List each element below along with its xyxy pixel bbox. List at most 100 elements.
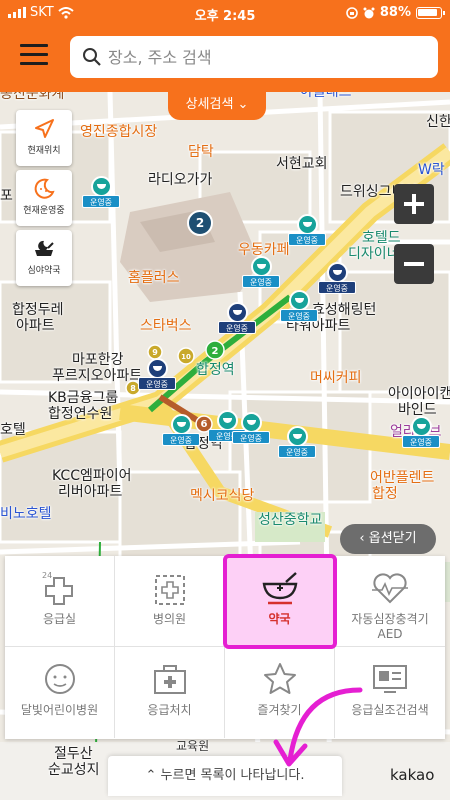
category-label: 응급실 <box>42 612 77 626</box>
subway-number-8: 8 <box>130 384 136 393</box>
emergency-room-icon: 24 <box>42 571 73 605</box>
category-child-hospital[interactable]: 달빛어린이병원 <box>5 647 115 738</box>
category-grid: 24 응급실 병의원 약국 자동심장충격기 AED 달빛어린이병원 응급처치 즐… <box>5 554 445 739</box>
pharmacy-pin[interactable]: 운영중 <box>218 302 256 342</box>
late-night-pharmacy-label: 심야약국 <box>27 266 61 276</box>
pharmacy-pin[interactable]: 운영중 <box>402 416 440 456</box>
category-label: 자동심장충격기 AED <box>351 612 429 641</box>
chevron-left-icon: ‹ <box>359 531 365 546</box>
orientation-lock-icon <box>346 6 358 19</box>
map-label: KCC엠파이어 <box>52 468 132 484</box>
category-label: 약국 <box>268 612 291 626</box>
map-label: W락 <box>418 162 445 178</box>
pin-label: 운영중 <box>82 195 120 208</box>
map-label: 절두산 <box>54 746 93 762</box>
map-label: 아이아이캔 <box>388 386 450 402</box>
status-right: 88% <box>346 5 445 20</box>
map-label: 머씨커피 <box>310 370 362 386</box>
map-label: 합정연수원 <box>48 406 113 422</box>
category-first-aid[interactable]: 응급처치 <box>115 647 225 738</box>
category-hospital[interactable]: 병의원 <box>115 556 225 647</box>
pharmacy-pin[interactable]: 운영중 <box>138 358 176 398</box>
pin-label: 운영중 <box>242 275 280 288</box>
plus-icon <box>404 194 424 214</box>
category-aed[interactable]: 자동심장충격기 AED <box>335 556 445 647</box>
category-label: 응급실조건검색 <box>351 703 429 717</box>
subway-number-2a: 2 <box>212 346 219 357</box>
battery-icon <box>416 6 445 19</box>
map-label: 서현교회 <box>276 156 328 172</box>
search-icon <box>83 48 101 66</box>
pharmacy-icon <box>262 572 297 605</box>
alarm-icon <box>363 7 375 18</box>
map-label: 합정두레 <box>12 302 64 318</box>
child-hospital-icon <box>44 664 75 694</box>
pharmacy-pin[interactable]: 운영중 <box>280 290 318 330</box>
options-close-label: 옵션닫기 <box>368 531 417 546</box>
search-bar[interactable] <box>70 36 438 78</box>
subway-number-6: 6 <box>201 419 208 430</box>
category-label: 응급처치 <box>147 703 192 717</box>
cluster-count: 2 <box>196 216 204 230</box>
pin-label: 운영중 <box>280 309 318 322</box>
search-input[interactable] <box>108 47 408 67</box>
star-icon <box>263 663 296 694</box>
er-search-icon <box>373 665 407 693</box>
location-arrow-icon <box>35 119 54 138</box>
battery-percent: 88% <box>379 5 411 20</box>
pharmacy-pin[interactable]: 운영중 <box>278 426 316 466</box>
map-label: KB금융그룹 <box>48 390 119 406</box>
pharmacy-pin[interactable]: 운영중 <box>318 262 356 302</box>
category-label: 병의원 <box>152 612 187 626</box>
current-location-label: 현재위치 <box>27 146 61 156</box>
map-label: 디자이너 <box>348 246 400 262</box>
chevron-up-icon: ⌃ <box>145 768 157 783</box>
current-location-button[interactable]: 현재위치 <box>16 110 72 166</box>
pharmacy-pin[interactable]: 운영중 <box>242 256 280 296</box>
map-label: 비노호텔 <box>0 506 52 522</box>
map-label: 푸르지오아파트 <box>52 368 143 384</box>
map-label: 아클래스 <box>300 92 352 100</box>
zoom-out-button[interactable] <box>394 244 434 284</box>
late-night-pharmacy-button[interactable]: 심야약국 <box>16 230 72 286</box>
show-list-button[interactable]: ⌃ 누르면 목록이 나타납니다. <box>108 756 342 796</box>
map-label: 홈플러스 <box>128 270 180 286</box>
map-label: 성산중학교 <box>258 512 323 528</box>
hospital-icon <box>154 575 185 605</box>
pharmacy-pin[interactable]: 운영중 <box>162 414 200 454</box>
pin-label: 운영중 <box>278 445 316 458</box>
status-bar: SKT 오후 2:45 88% <box>0 0 450 26</box>
category-favorites[interactable]: 즐겨찾기 <box>225 647 335 738</box>
category-pharmacy[interactable]: 약국 <box>223 554 337 649</box>
category-er-search[interactable]: 응급실조건검색 <box>335 647 445 738</box>
map-label: 멕시코식당 <box>190 488 255 504</box>
detail-search-button[interactable]: 상세검색 ⌄ <box>168 92 266 120</box>
hamburger-menu-icon[interactable] <box>20 44 48 68</box>
map-label: 리버아파트 <box>58 484 123 500</box>
pin-label: 운영중 <box>138 377 176 390</box>
pharmacy-pin[interactable]: 운영중 <box>232 412 270 452</box>
category-label: 달빛어린이병원 <box>20 703 99 717</box>
pharmacy-pin[interactable]: 운영중 <box>82 176 120 216</box>
aed-icon <box>372 573 408 604</box>
map-label: 순교성지 <box>48 762 100 778</box>
zoom-in-button[interactable] <box>394 184 434 224</box>
subway-number-10: 10 <box>181 353 191 361</box>
map-label: 신한 <box>426 114 450 130</box>
minus-icon <box>404 262 424 266</box>
options-close-button[interactable]: ‹ 옵션닫기 <box>340 524 436 554</box>
list-hint-label: 누르면 목록이 나타납니다. <box>160 768 305 783</box>
currently-open-button[interactable]: 현재운영중 <box>16 170 72 226</box>
pin-label: 운영중 <box>218 321 256 334</box>
map-label: 어반플렌트 <box>370 470 435 486</box>
category-emergency-room[interactable]: 24 응급실 <box>5 556 115 647</box>
kakao-logo: kakao <box>390 766 435 784</box>
moon-icon <box>34 178 55 199</box>
pin-label: 운영중 <box>318 281 356 294</box>
pin-label: 운영중 <box>162 433 200 446</box>
map-label: 영진종합시장 <box>80 124 158 140</box>
pharmacy-pin[interactable]: 운영중 <box>288 214 326 254</box>
night-pharmacy-icon <box>35 240 54 256</box>
map-label: 합정 <box>372 486 398 502</box>
map-label: 담탁 <box>188 144 214 160</box>
